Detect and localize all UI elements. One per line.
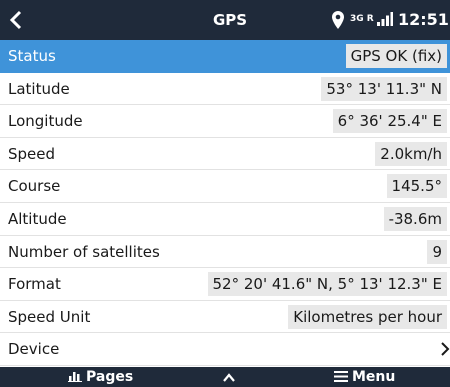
up-button[interactable] [222, 370, 236, 384]
page-title: GPS [212, 11, 248, 29]
signal-bars-icon [377, 12, 393, 26]
row-satellites[interactable]: Number of satellites 9 [0, 235, 450, 269]
row-latitude[interactable]: Latitude 53° 13' 11.3" N [0, 72, 450, 106]
row-value: 53° 13' 11.3" N [321, 76, 447, 101]
row-status[interactable]: Status GPS OK (fix) [0, 40, 450, 73]
row-device[interactable]: Device [0, 333, 450, 366]
row-label: Course [8, 177, 61, 196]
network-type: 3G R [350, 14, 374, 24]
row-altitude[interactable]: Altitude -38.6m [0, 202, 450, 236]
back-button[interactable] [8, 7, 32, 33]
menu-button[interactable]: Menu [334, 367, 395, 387]
row-speed-unit[interactable]: Speed Unit Kilometres per hour [0, 300, 450, 334]
row-label: Altitude [8, 209, 67, 228]
row-label: Device [8, 340, 60, 359]
pages-label: Pages [86, 369, 134, 385]
row-label: Number of satellites [8, 242, 160, 261]
bottom-bar: Pages Menu [0, 367, 450, 387]
row-label: Format [8, 275, 61, 294]
row-longitude[interactable]: Longitude 6° 36' 25.4" E [0, 105, 450, 138]
bar-chart-icon [68, 372, 82, 382]
row-value: 52° 20' 41.6" N, 5° 13' 12.3" E [207, 272, 447, 297]
chevron-up-icon [223, 373, 235, 382]
row-label: Speed Unit [8, 307, 91, 326]
row-value: Kilometres per hour [288, 304, 447, 329]
chevron-right-icon [441, 342, 450, 357]
hamburger-icon [334, 371, 348, 382]
row-value: GPS OK (fix) [345, 44, 447, 68]
row-label: Latitude [8, 79, 70, 98]
row-course[interactable]: Course 145.5° [0, 170, 450, 203]
gps-settings-list: Status GPS OK (fix) Latitude 53° 13' 11.… [0, 40, 450, 366]
map-pin-icon [332, 11, 344, 29]
pages-button[interactable]: Pages [68, 367, 133, 387]
row-label: Longitude [8, 112, 83, 131]
row-speed[interactable]: Speed 2.0km/h [0, 137, 450, 171]
row-format[interactable]: Format 52° 20' 41.6" N, 5° 13' 12.3" E [0, 268, 450, 301]
row-value: 145.5° [386, 174, 447, 199]
row-label: Speed [8, 144, 56, 163]
row-value: 9 [427, 239, 447, 264]
top-bar: GPS 3G R 12:51 [0, 0, 450, 40]
row-value: -38.6m [383, 206, 447, 231]
row-label: Status [8, 47, 56, 65]
chevron-left-icon [9, 10, 22, 30]
row-value: 6° 36' 25.4" E [332, 109, 447, 134]
menu-label: Menu [352, 369, 396, 385]
clock: 12:51 [398, 10, 449, 29]
row-value: 2.0km/h [375, 141, 447, 166]
